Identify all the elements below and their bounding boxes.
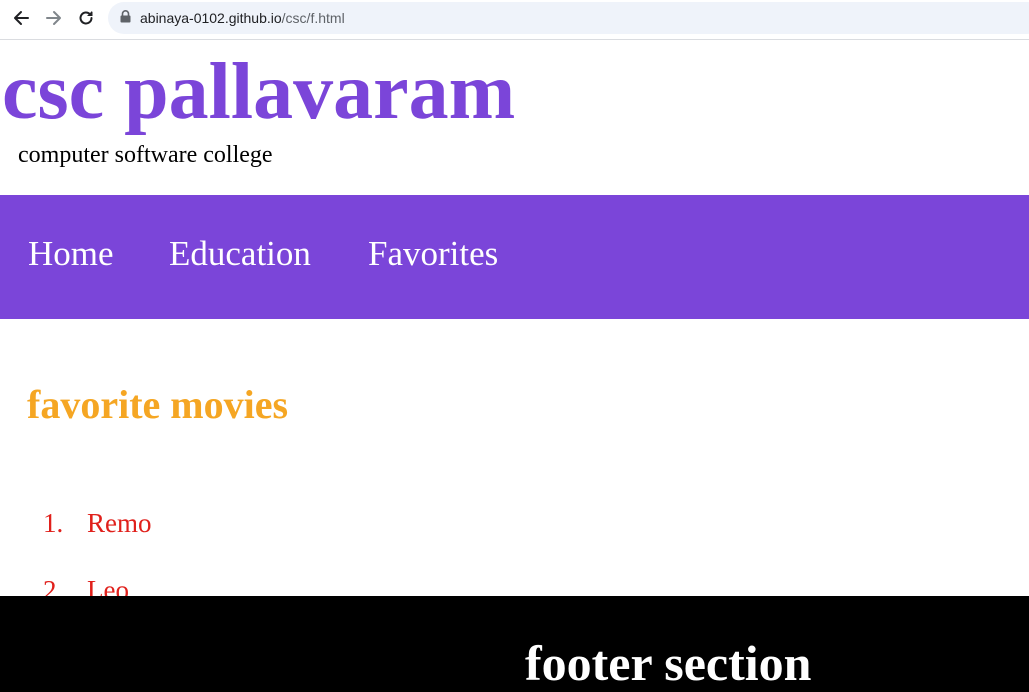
site-title: csc pallavaram [2, 48, 516, 136]
url-host: abinaya-0102.github.io [140, 10, 282, 26]
favorite-movies-heading: favorite movies [27, 382, 289, 427]
browser-toolbar: abinaya-0102.github.io/csc/f.html [0, 0, 1029, 40]
nav-link-education[interactable]: Education [169, 233, 311, 275]
reload-icon[interactable] [74, 6, 98, 30]
url-path: /csc/f.html [281, 10, 345, 26]
address-bar[interactable]: abinaya-0102.github.io/csc/f.html [108, 2, 1029, 34]
page-footer: footer section [0, 596, 1029, 692]
list-item-title: Remo [87, 508, 152, 538]
site-subtitle: computer software college [18, 142, 273, 168]
list-item-number: 1. [43, 508, 64, 538]
nav-link-home[interactable]: Home [28, 233, 114, 275]
lock-icon[interactable] [120, 10, 131, 26]
main-navbar: Home Education Favorites [0, 195, 1029, 319]
back-arrow-icon[interactable] [9, 6, 33, 30]
forward-arrow-icon[interactable] [42, 6, 66, 30]
footer-title: footer section [525, 635, 812, 691]
nav-link-favorites[interactable]: Favorites [368, 233, 498, 275]
